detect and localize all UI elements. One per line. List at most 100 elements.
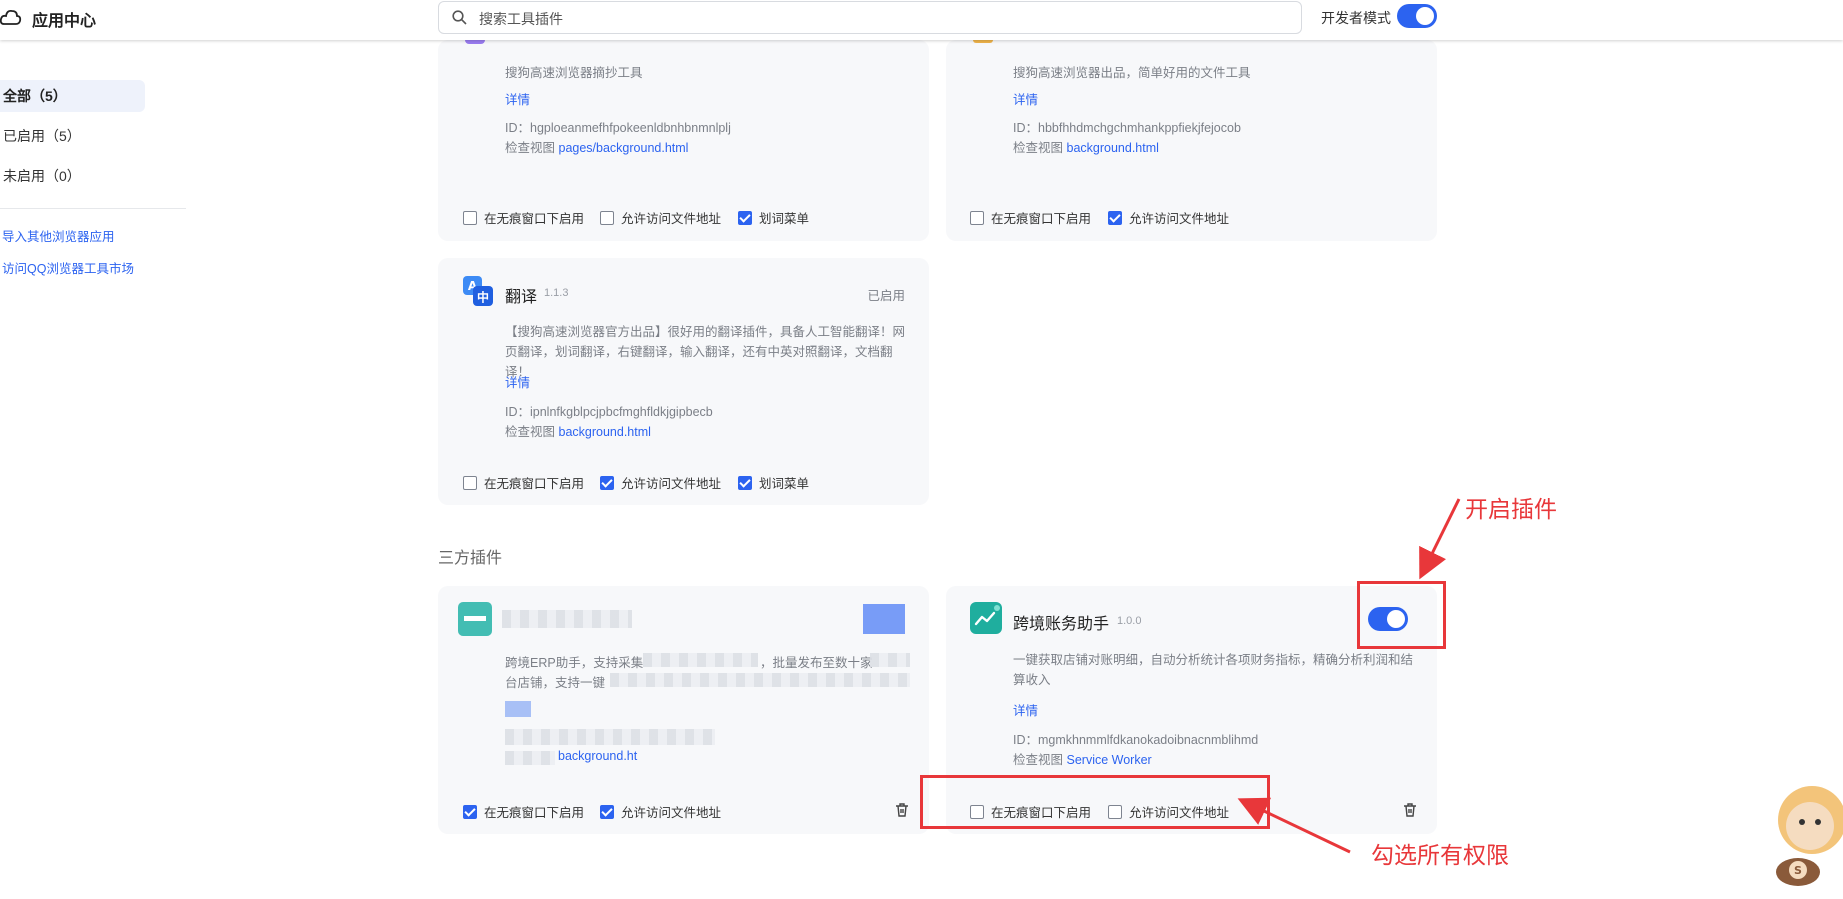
highlight-box-toggle bbox=[1357, 581, 1446, 649]
perm-word-menu[interactable]: 划词菜单 bbox=[738, 208, 809, 227]
plugin-description: 搜狗高速浏览器出品，简单好用的文件工具 bbox=[1013, 66, 1251, 80]
search-box[interactable] bbox=[438, 1, 1302, 34]
blurred-id bbox=[505, 729, 715, 745]
checkbox-checked[interactable] bbox=[600, 475, 614, 490]
perm-label: 允许访问文件地址 bbox=[1129, 212, 1230, 226]
finance-chart-icon bbox=[970, 602, 1002, 634]
dev-mode-label: 开发者模式 bbox=[1321, 10, 1391, 26]
blurred-name bbox=[502, 610, 632, 628]
perm-file-access[interactable]: 允许访问文件地址 bbox=[600, 473, 721, 492]
inspect-view: 检查视图 background.html bbox=[1013, 137, 1159, 156]
plugin-detail-link[interactable]: 详情 bbox=[1013, 89, 1038, 108]
blurred-text bbox=[610, 673, 910, 687]
perm-label: 在无痕窗口下启用 bbox=[991, 212, 1092, 226]
translate-icon: A 中 bbox=[463, 276, 493, 306]
inspect-view-label: 检查视图 bbox=[505, 425, 556, 439]
inspect-view-label: 检查视图 bbox=[1013, 753, 1064, 767]
sidebar-item-all[interactable]: 全部（5） bbox=[0, 80, 145, 112]
section-title-third-party: 三方插件 bbox=[438, 550, 503, 567]
plugin-detail-link[interactable]: 详情 bbox=[505, 89, 530, 108]
blurred-inspect-label bbox=[505, 751, 555, 765]
blurred-detail bbox=[505, 701, 531, 717]
perm-file-access[interactable]: 允许访问文件地址 bbox=[600, 208, 721, 227]
plugin-card-excerpt: 搜狗高速浏览器摘抄工具 详情 ID：hgploeanmefhfpokeenldb… bbox=[438, 40, 929, 241]
plugin-card-erp-blurred: 跨境ERP助手，支持采集 ，批量发布至数十家 台店铺，支持一键 backgrou… bbox=[438, 586, 929, 834]
plugin-status: 已启用 bbox=[867, 289, 905, 303]
plugin-description: 一键获取店铺对账明细，自动分析统计各项财务指标，精确分析利润和结算收入 bbox=[1013, 653, 1414, 687]
plugin-version: 1.1.3 bbox=[544, 287, 569, 299]
search-icon bbox=[452, 10, 467, 25]
arrow-to-toggle bbox=[1419, 498, 1461, 580]
inspect-view-link[interactable]: background.html bbox=[1067, 141, 1159, 155]
plugin-detail-link[interactable]: 详情 bbox=[505, 372, 530, 391]
trash-icon[interactable] bbox=[894, 802, 910, 818]
dev-mode-toggle[interactable] bbox=[1397, 4, 1437, 28]
plugin-version: 1.0.0 bbox=[1117, 615, 1142, 627]
checkbox-checked[interactable] bbox=[463, 804, 477, 819]
perm-incognito[interactable]: 在无痕窗口下启用 bbox=[463, 208, 584, 227]
inspect-view-link[interactable]: background.html bbox=[559, 425, 651, 439]
inspect-view-link[interactable]: Service Worker bbox=[1067, 753, 1152, 767]
perm-label: 允许访问文件地址 bbox=[621, 212, 722, 226]
highlight-box-permissions bbox=[920, 775, 1270, 829]
blurred-text bbox=[643, 653, 758, 667]
annotation-enable-plugin: 开启插件 bbox=[1465, 496, 1557, 522]
perm-label: 在无痕窗口下启用 bbox=[484, 806, 585, 820]
inspect-view: 检查视图 pages/background.html bbox=[505, 137, 688, 156]
checkbox[interactable] bbox=[970, 210, 984, 225]
plugin-description-visible-1: 跨境ERP助手，支持采集 bbox=[505, 656, 644, 670]
plugin-icon-bar bbox=[464, 616, 486, 621]
plugin-id: ID：hbbfhhdmchgchmhankppfiekjfejocob bbox=[1013, 121, 1241, 135]
trash-icon[interactable] bbox=[1402, 802, 1418, 818]
app-title: 应用中心 bbox=[32, 13, 97, 30]
perm-file-access[interactable]: 允许访问文件地址 bbox=[600, 802, 721, 821]
toggle-knob bbox=[1416, 7, 1434, 25]
perm-label: 在无痕窗口下启用 bbox=[484, 477, 585, 491]
plugin-description: 搜狗高速浏览器摘抄工具 bbox=[505, 66, 643, 80]
perm-file-access[interactable]: 允许访问文件地址 bbox=[1108, 208, 1229, 227]
inspect-view-link[interactable]: background.ht bbox=[558, 749, 637, 763]
perm-label: 在无痕窗口下启用 bbox=[484, 212, 585, 226]
inspect-view: 检查视图 background.html bbox=[505, 421, 651, 440]
plugin-id: ID：ipnlnfkgblpcjpbcfmghfldkjgipbecb bbox=[505, 405, 713, 419]
checkbox-checked[interactable] bbox=[738, 475, 752, 490]
perm-incognito[interactable]: 在无痕窗口下启用 bbox=[970, 208, 1091, 227]
top-bar: 应用中心 开发者模式 bbox=[0, 0, 1843, 40]
app-center-icon bbox=[0, 9, 22, 25]
plugin-description-visible-3: 台店铺，支持一键 bbox=[505, 676, 606, 690]
plugin-id: ID：mgmkhnmmlfdkanokadoibnacnmblihmd bbox=[1013, 733, 1259, 747]
checkbox-checked[interactable] bbox=[738, 210, 752, 225]
perm-label: 划词菜单 bbox=[759, 477, 810, 491]
perm-word-menu[interactable]: 划词菜单 bbox=[738, 473, 809, 492]
sidebar-item-disabled[interactable]: 未启用（0） bbox=[0, 160, 81, 192]
mascot-decoration: S bbox=[1776, 786, 1843, 886]
plugin-icon-partial bbox=[465, 40, 485, 44]
sidebar-divider bbox=[0, 208, 186, 209]
plugin-icon-partial bbox=[973, 40, 993, 43]
plugin-name: 跨境账务助手 bbox=[1013, 616, 1110, 633]
inspect-view-link[interactable]: pages/background.html bbox=[559, 141, 689, 155]
search-input[interactable] bbox=[477, 8, 1281, 30]
inspect-view-label: 检查视图 bbox=[1013, 141, 1064, 155]
checkbox-checked[interactable] bbox=[600, 804, 614, 819]
checkbox-checked[interactable] bbox=[1108, 210, 1122, 225]
perm-incognito[interactable]: 在无痕窗口下启用 bbox=[463, 802, 584, 821]
qq-tool-market-link[interactable]: 访问QQ浏览器工具市场 bbox=[2, 258, 134, 277]
plugin-name: 翻译 bbox=[505, 289, 538, 306]
checkbox[interactable] bbox=[463, 475, 477, 490]
svg-text:S: S bbox=[1794, 864, 1802, 877]
sidebar-item-enabled[interactable]: 已启用（5） bbox=[0, 120, 81, 152]
perm-label: 允许访问文件地址 bbox=[621, 806, 722, 820]
plugin-id: ID：hgploeanmefhfpokeenldbnhbnmnlplj bbox=[505, 121, 731, 135]
checkbox[interactable] bbox=[600, 210, 614, 225]
plugin-card-translate: A 中 翻译 1.1.3 已启用 【搜狗高速浏览器官方出品】很好用的翻译插件，具… bbox=[438, 258, 929, 505]
plugin-badge-blurred bbox=[863, 604, 905, 634]
import-browser-apps-link[interactable]: 导入其他浏览器应用 bbox=[2, 226, 115, 245]
annotation-check-all-permissions: 勾选所有权限 bbox=[1371, 842, 1509, 868]
checkbox[interactable] bbox=[463, 210, 477, 225]
plugin-detail-link[interactable]: 详情 bbox=[1013, 700, 1038, 719]
perm-incognito[interactable]: 在无痕窗口下启用 bbox=[463, 473, 584, 492]
plugin-description: 【搜狗高速浏览器官方出品】很好用的翻译插件，具备人工智能翻译！网页翻译，划词翻译… bbox=[505, 325, 906, 379]
plugin-description-visible-2: ，批量发布至数十家 bbox=[760, 656, 873, 670]
inspect-view-label: 检查视图 bbox=[505, 141, 556, 155]
